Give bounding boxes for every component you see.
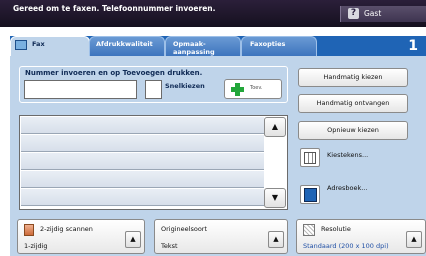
manual-receive-button[interactable]: Handmatig ontvangen bbox=[298, 94, 408, 113]
tab-fax-options[interactable]: Faxopties bbox=[241, 36, 317, 56]
redial-button[interactable]: Opnieuw kiezen bbox=[298, 121, 408, 140]
tab-fax[interactable]: Fax bbox=[10, 36, 90, 56]
scroll-up-button[interactable]: ▲ bbox=[264, 117, 286, 137]
plus-icon bbox=[231, 83, 244, 96]
resolution-icon bbox=[303, 224, 315, 236]
scroll-down-button[interactable]: ▼ bbox=[264, 188, 286, 208]
fax-number-input[interactable] bbox=[24, 80, 137, 99]
speed-dial-label: Snelkiezen bbox=[165, 82, 205, 90]
user-button[interactable]: ? Gast bbox=[340, 6, 426, 22]
manual-dial-button[interactable]: Handmatig kiezen bbox=[298, 68, 408, 87]
original-type-card[interactable]: Origineelsoort Tekst ▲ bbox=[154, 219, 288, 254]
duplex-scan-icon bbox=[24, 224, 34, 236]
tab-bar: Fax Afdrukkwaliteit Opmaak- aanpassing F… bbox=[10, 36, 426, 56]
original-type-arrow[interactable]: ▲ bbox=[268, 231, 284, 248]
tab-print-quality-label: Afdrukkwaliteit bbox=[96, 40, 153, 48]
address-book-icon bbox=[304, 188, 317, 202]
tab-fax-label: Fax bbox=[32, 40, 45, 48]
status-bar: Gereed om te faxen. Telefoonnummer invoe… bbox=[0, 0, 426, 27]
tab-fax-options-label: Faxopties bbox=[250, 40, 286, 48]
duplex-scan-title: 2-zijdig scannen bbox=[40, 225, 93, 233]
duplex-scan-card[interactable]: 2-zijdig scannen 1-zijdig ▲ bbox=[17, 219, 145, 254]
list-item[interactable] bbox=[21, 189, 264, 206]
duplex-scan-arrow[interactable]: ▲ bbox=[125, 231, 141, 248]
resolution-card[interactable]: Resolutie Standaard (200 x 100 dpi) ▲ bbox=[296, 219, 426, 254]
page-number: 1 bbox=[408, 38, 418, 54]
help-icon: ? bbox=[348, 8, 359, 19]
speed-dial-input[interactable] bbox=[145, 80, 162, 99]
original-type-title: Origineelsoort bbox=[161, 225, 208, 233]
resolution-arrow[interactable]: ▲ bbox=[406, 231, 422, 248]
resolution-value: Standaard (200 x 100 dpi) bbox=[303, 242, 389, 250]
address-book-button[interactable] bbox=[300, 185, 320, 204]
dial-chars-button[interactable] bbox=[300, 148, 320, 167]
entry-instruction: Nummer invoeren en op Toevoegen drukken. bbox=[25, 69, 203, 77]
add-button-label: Toev. bbox=[250, 85, 263, 91]
list-item[interactable] bbox=[21, 135, 264, 152]
original-type-value: Tekst bbox=[161, 242, 178, 250]
list-item[interactable] bbox=[21, 153, 264, 170]
tab-layout-label: Opmaak- aanpassing bbox=[173, 40, 215, 56]
resolution-title: Resolutie bbox=[321, 225, 351, 233]
dial-chars-label: Kiestekens... bbox=[327, 151, 369, 159]
fax-icon bbox=[15, 40, 27, 50]
list-item[interactable] bbox=[21, 117, 264, 134]
list-item[interactable] bbox=[21, 171, 264, 188]
keypad-icon bbox=[304, 152, 316, 164]
user-label: Gast bbox=[364, 9, 382, 18]
add-button[interactable]: Toev. bbox=[224, 79, 282, 99]
duplex-scan-value: 1-zijdig bbox=[24, 242, 48, 250]
tab-print-quality[interactable]: Afdrukkwaliteit bbox=[89, 36, 165, 56]
address-book-label: Adresboek... bbox=[327, 184, 368, 192]
tab-layout[interactable]: Opmaak- aanpassing bbox=[165, 36, 241, 56]
status-message: Gereed om te faxen. Telefoonnummer invoe… bbox=[13, 4, 216, 13]
recipient-list bbox=[19, 115, 288, 210]
